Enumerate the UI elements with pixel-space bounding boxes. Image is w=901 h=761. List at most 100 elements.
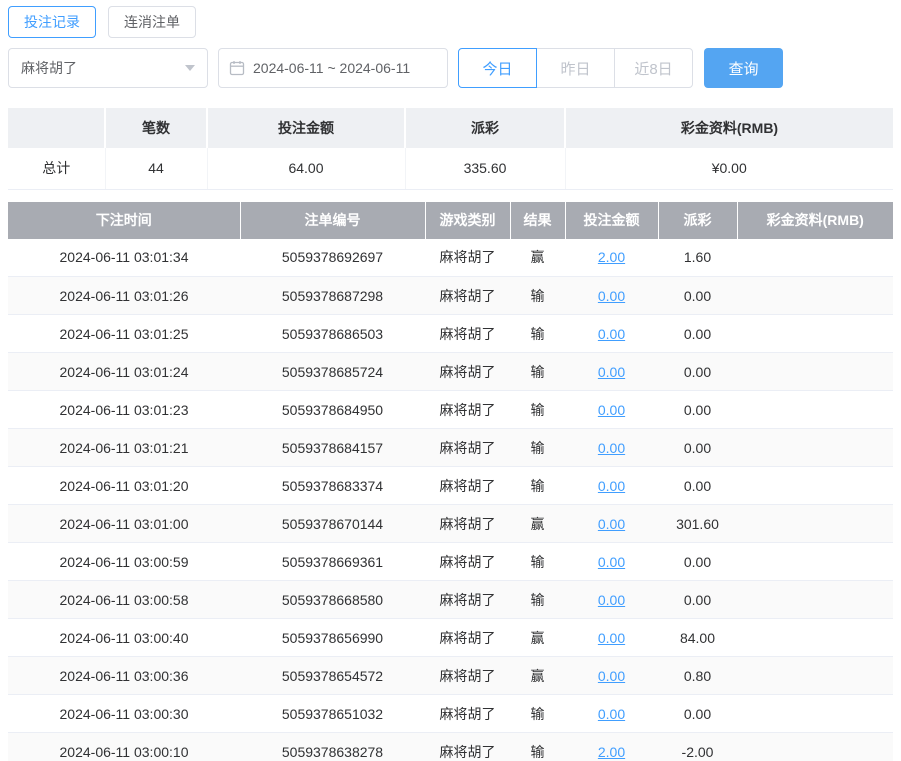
table-row: 2024-06-11 03:00:10 5059378638278 麻将胡了输 2.0… — [8, 732, 893, 761]
bonus-cell — [737, 732, 893, 761]
date-range-picker[interactable]: 2024-06-11 ~ 2024-06-11 — [218, 48, 448, 88]
table-row: 2024-06-11 03:00:36 5059378654572 麻将胡了赢 0.0… — [8, 656, 893, 695]
table-row: 2024-06-11 03:01:23 5059378684950 麻将胡了输 0.0… — [8, 390, 893, 429]
bet-amount-link[interactable]: 0.00 — [598, 440, 625, 456]
bonus-cell — [737, 390, 893, 429]
order-id-cell: 5059378686503 — [240, 314, 425, 353]
bet-amount-cell: 0.00 — [565, 352, 658, 391]
bet-amount-link[interactable]: 0.00 — [598, 478, 625, 494]
payout-cell: 0.00 — [658, 542, 737, 581]
search-button[interactable]: 查询 — [704, 48, 783, 88]
game-type-cell: 麻将胡了 — [425, 352, 510, 391]
summary-header-bonus: 彩金资料(RMB) — [565, 108, 893, 148]
bet-time-cell: 2024-06-11 03:00:58 — [8, 580, 240, 619]
bet-table-header-row: 下注时间 注单编号 游戏类别 结果 投注金额 派彩 彩金资料(RMB) — [8, 201, 893, 239]
payout-cell: 1.60 — [658, 238, 737, 277]
result-cell: 输 — [510, 276, 565, 315]
bet-amount-link[interactable]: 0.00 — [598, 668, 625, 684]
bonus-cell — [737, 352, 893, 391]
bonus-cell — [737, 580, 893, 619]
bet-amount-link[interactable]: 0.00 — [598, 592, 625, 608]
col-header-payout: 派彩 — [658, 201, 738, 239]
order-id-cell: 5059378684157 — [240, 428, 425, 467]
payout-cell: -2.00 — [658, 732, 737, 761]
game-type-cell: 麻将胡了 — [425, 694, 510, 733]
chevron-down-icon — [185, 65, 195, 71]
table-row: 2024-06-11 03:01:25 5059378686503 麻将胡了输 0.0… — [8, 314, 893, 353]
bet-table-body: 2024-06-11 03:01:34 5059378692697 麻将胡了赢 2.0… — [8, 238, 893, 761]
summary-header-bet-amount: 投注金额 — [207, 108, 406, 148]
game-select-value: 麻将胡了 — [21, 60, 77, 76]
order-id-cell: 5059378651032 — [240, 694, 425, 733]
table-row: 2024-06-11 03:01:26 5059378687298 麻将胡了输 0.0… — [8, 276, 893, 315]
bet-time-cell: 2024-06-11 03:00:59 — [8, 542, 240, 581]
filter-bar: 麻将胡了 2024-06-11 ~ 2024-06-11 今日 昨日 近8日 查… — [8, 48, 893, 88]
last-8-days-button[interactable]: 近8日 — [614, 48, 693, 88]
table-row: 2024-06-11 03:01:20 5059378683374 麻将胡了输 0.0… — [8, 466, 893, 505]
bet-time-cell: 2024-06-11 03:01:21 — [8, 428, 240, 467]
game-type-cell: 麻将胡了 — [425, 618, 510, 657]
order-id-cell: 5059378668580 — [240, 580, 425, 619]
game-type-cell: 麻将胡了 — [425, 580, 510, 619]
order-id-cell: 5059378638278 — [240, 732, 425, 761]
summary-header-count: 笔数 — [105, 108, 208, 148]
bet-amount-cell: 0.00 — [565, 314, 658, 353]
today-button[interactable]: 今日 — [458, 48, 537, 88]
bet-amount-cell: 0.00 — [565, 656, 658, 695]
bet-amount-cell: 0.00 — [565, 466, 658, 505]
payout-cell: 0.00 — [658, 428, 737, 467]
result-cell: 输 — [510, 732, 565, 761]
bet-amount-link[interactable]: 0.00 — [598, 364, 625, 380]
result-cell: 输 — [510, 314, 565, 353]
summary-total-bonus: ¥0.00 — [565, 148, 893, 190]
summary-header-row: 笔数 投注金额 派彩 彩金资料(RMB) — [8, 108, 893, 148]
summary-total-payout: 335.60 — [405, 148, 566, 190]
payout-cell: 0.00 — [658, 276, 737, 315]
bonus-cell — [737, 656, 893, 695]
bet-amount-link[interactable]: 0.00 — [598, 706, 625, 722]
result-cell: 赢 — [510, 238, 565, 277]
payout-cell: 0.00 — [658, 390, 737, 429]
bet-amount-link[interactable]: 0.00 — [598, 630, 625, 646]
bonus-cell — [737, 504, 893, 543]
table-row: 2024-06-11 03:00:59 5059378669361 麻将胡了输 0.0… — [8, 542, 893, 581]
bet-amount-link[interactable]: 0.00 — [598, 326, 625, 342]
bet-amount-cell: 0.00 — [565, 580, 658, 619]
calendar-icon — [229, 60, 245, 76]
bonus-cell — [737, 542, 893, 581]
order-id-cell: 5059378684950 — [240, 390, 425, 429]
payout-cell: 0.00 — [658, 314, 737, 353]
summary-total-count: 44 — [105, 148, 208, 190]
bet-amount-cell: 2.00 — [565, 732, 658, 761]
game-type-cell: 麻将胡了 — [425, 428, 510, 467]
game-select[interactable]: 麻将胡了 — [8, 48, 208, 88]
tab-cancelled-orders[interactable]: 连消注单 — [108, 6, 196, 38]
summary-header-payout: 派彩 — [405, 108, 566, 148]
bet-amount-link[interactable]: 2.00 — [598, 249, 625, 265]
result-cell: 赢 — [510, 504, 565, 543]
bet-amount-link[interactable]: 0.00 — [598, 402, 625, 418]
summary-total-label: 总计 — [8, 148, 106, 190]
result-cell: 输 — [510, 580, 565, 619]
bonus-cell — [737, 618, 893, 657]
bet-time-cell: 2024-06-11 03:00:10 — [8, 732, 240, 761]
order-id-cell: 5059378685724 — [240, 352, 425, 391]
yesterday-button[interactable]: 昨日 — [536, 48, 615, 88]
game-type-cell: 麻将胡了 — [425, 314, 510, 353]
order-id-cell: 5059378692697 — [240, 238, 425, 277]
col-header-bet-time: 下注时间 — [8, 201, 241, 239]
order-id-cell: 5059378656990 — [240, 618, 425, 657]
bet-amount-link[interactable]: 2.00 — [598, 744, 625, 760]
payout-cell: 0.00 — [658, 466, 737, 505]
payout-cell: 301.60 — [658, 504, 737, 543]
bet-time-cell: 2024-06-11 03:01:24 — [8, 352, 240, 391]
bet-amount-link[interactable]: 0.00 — [598, 554, 625, 570]
bet-amount-link[interactable]: 0.00 — [598, 516, 625, 532]
result-cell: 输 — [510, 466, 565, 505]
bet-amount-cell: 0.00 — [565, 504, 658, 543]
tab-bet-records[interactable]: 投注记录 — [8, 6, 96, 38]
bonus-cell — [737, 466, 893, 505]
bet-amount-link[interactable]: 0.00 — [598, 288, 625, 304]
bet-time-cell: 2024-06-11 03:01:34 — [8, 238, 240, 277]
table-row: 2024-06-11 03:01:21 5059378684157 麻将胡了输 0.0… — [8, 428, 893, 467]
